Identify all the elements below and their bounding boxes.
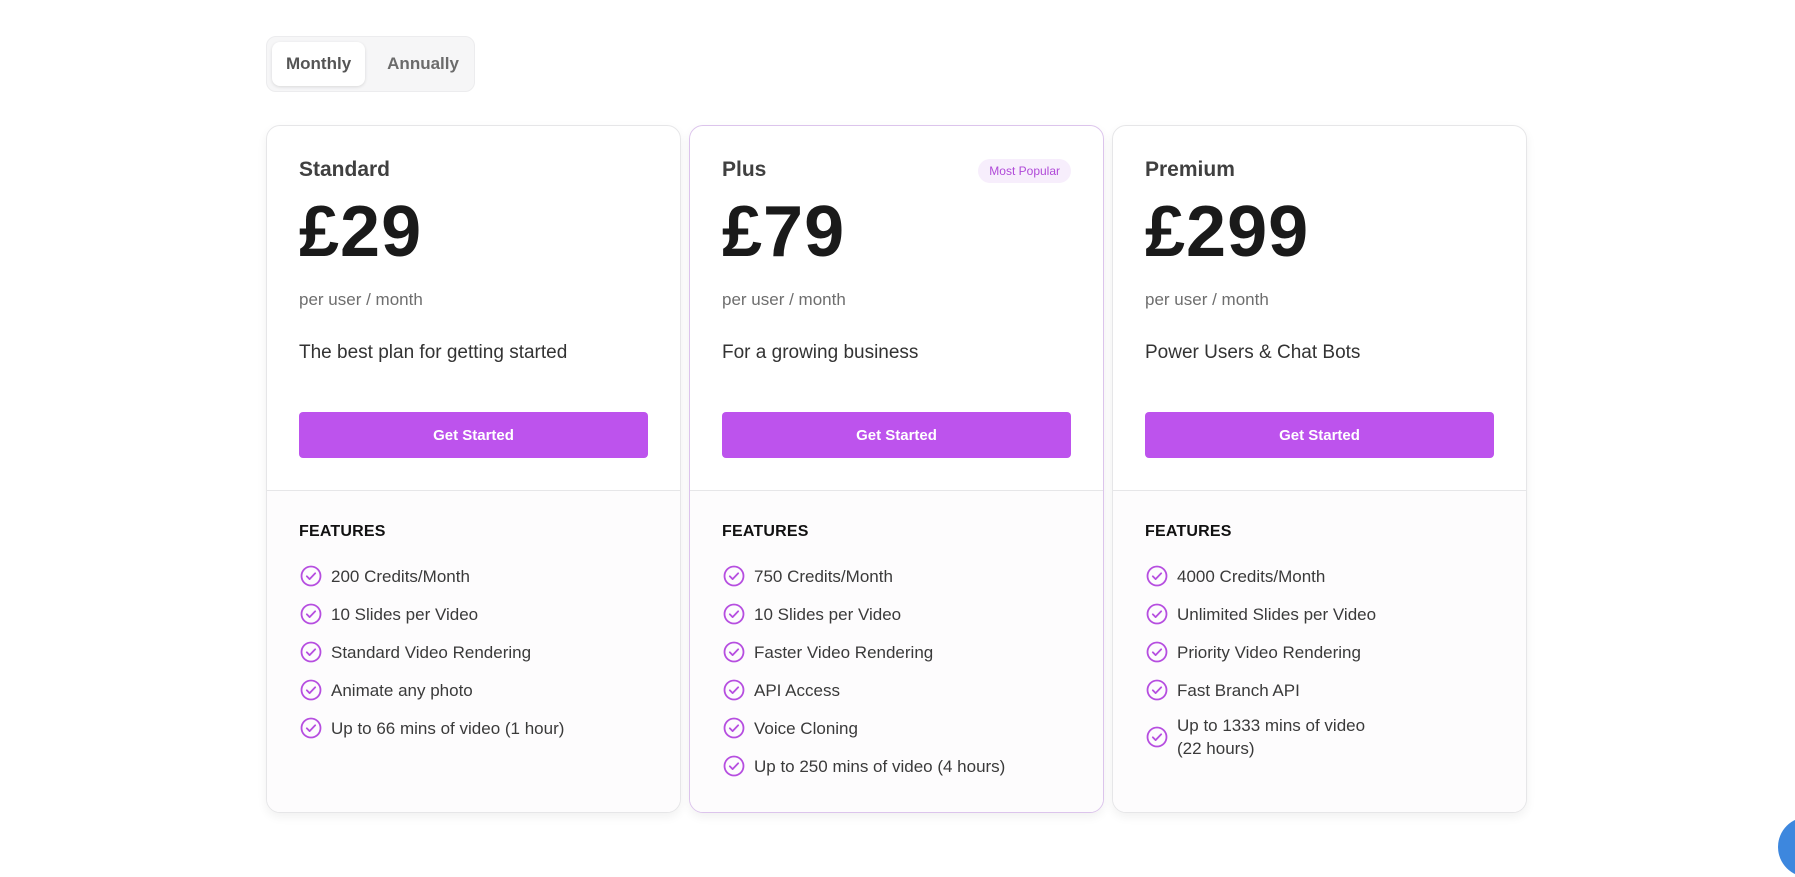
- get-started-button[interactable]: Get Started: [722, 412, 1071, 458]
- plan-header: Standard £29 per user / month The best p…: [267, 126, 680, 491]
- plan-name: Standard: [299, 158, 391, 181]
- plan-header: Premium £299 per user / month Power User…: [1113, 126, 1526, 491]
- plan-features: FEATURES 4000 Credits/Month Unlimited Sl…: [1113, 491, 1526, 812]
- plan-features: FEATURES 200 Credits/Month 10 Slides per…: [267, 491, 680, 812]
- feature-label: Unlimited Slides per Video: [1177, 604, 1377, 624]
- check-circle-icon: [722, 564, 746, 588]
- plan-card-premium: Premium £299 per user / month Power User…: [1112, 125, 1527, 813]
- feature-item: API Access: [722, 671, 1071, 709]
- chat-bubble-icon[interactable]: [1778, 817, 1795, 877]
- feature-item: Up to 1333 mins of video (22 hours): [1145, 709, 1494, 765]
- feature-item: 4000 Credits/Month: [1145, 557, 1494, 595]
- check-circle-icon: [722, 678, 746, 702]
- check-circle-icon: [722, 754, 746, 778]
- plan-name: Premium: [1145, 158, 1235, 181]
- check-circle-icon: [722, 640, 746, 664]
- features-title: FEATURES: [1145, 523, 1232, 540]
- plan-card-plus: Plus Most Popular £79 per user / month F…: [689, 125, 1104, 813]
- plan-price: £29: [299, 192, 423, 272]
- feature-label: Up to 1333 mins of video (22 hours): [1177, 716, 1366, 758]
- feature-list: 750 Credits/Month 10 Slides per Video Fa…: [722, 557, 1071, 785]
- check-circle-icon: [1145, 725, 1169, 749]
- feature-item: Unlimited Slides per Video: [1145, 595, 1494, 633]
- feature-item: Faster Video Rendering: [722, 633, 1071, 671]
- feature-item: 10 Slides per Video: [299, 595, 648, 633]
- feature-label: Faster Video Rendering: [754, 642, 934, 662]
- feature-label: Standard Video Rendering: [331, 642, 532, 662]
- check-circle-icon: [1145, 602, 1169, 626]
- toggle-annually[interactable]: Annually: [373, 42, 473, 86]
- check-circle-icon: [299, 640, 323, 664]
- feature-label: 10 Slides per Video: [331, 604, 479, 624]
- feature-label: 10 Slides per Video: [754, 604, 902, 624]
- plan-card-standard: Standard £29 per user / month The best p…: [266, 125, 681, 813]
- plan-price: £79: [722, 192, 846, 272]
- feature-list: 4000 Credits/Month Unlimited Slides per …: [1145, 557, 1494, 765]
- feature-item: Standard Video Rendering: [299, 633, 648, 671]
- check-circle-icon: [1145, 564, 1169, 588]
- toggle-monthly[interactable]: Monthly: [272, 42, 366, 86]
- feature-label: Animate any photo: [331, 680, 473, 700]
- feature-item: Voice Cloning: [722, 709, 1071, 747]
- check-circle-icon: [299, 602, 323, 626]
- feature-item: Up to 250 mins of video (4 hours): [722, 747, 1071, 785]
- plan-period: per user / month: [1145, 290, 1269, 309]
- check-circle-icon: [299, 678, 323, 702]
- feature-list: 200 Credits/Month 10 Slides per Video St…: [299, 557, 648, 747]
- check-circle-icon: [299, 716, 323, 740]
- plan-period: per user / month: [722, 290, 846, 309]
- feature-label: 200 Credits/Month: [331, 566, 470, 586]
- feature-label: Up to 250 mins of video (4 hours): [754, 756, 1006, 776]
- check-circle-icon: [1145, 640, 1169, 664]
- features-title: FEATURES: [722, 523, 809, 540]
- feature-label: Fast Branch API: [1177, 680, 1300, 700]
- feature-label: 750 Credits/Month: [754, 566, 893, 586]
- feature-label: API Access: [754, 680, 840, 700]
- feature-label: 4000 Credits/Month: [1177, 566, 1326, 586]
- check-circle-icon: [722, 602, 746, 626]
- feature-item: Animate any photo: [299, 671, 648, 709]
- get-started-button[interactable]: Get Started: [1145, 412, 1494, 458]
- plan-price: £299: [1145, 192, 1310, 272]
- feature-item: 10 Slides per Video: [722, 595, 1071, 633]
- check-circle-icon: [299, 564, 323, 588]
- plan-description: The best plan for getting started: [299, 342, 568, 363]
- feature-label: Up to 66 mins of video (1 hour): [331, 718, 565, 738]
- feature-label: Voice Cloning: [754, 718, 858, 738]
- check-circle-icon: [722, 716, 746, 740]
- feature-item: Up to 66 mins of video (1 hour): [299, 709, 648, 747]
- pricing-cards: Standard £29 per user / month The best p…: [266, 125, 1527, 813]
- plan-header: Plus Most Popular £79 per user / month F…: [690, 126, 1103, 491]
- plan-features: FEATURES 750 Credits/Month 10 Slides per…: [690, 491, 1103, 812]
- most-popular-badge: Most Popular: [978, 159, 1071, 183]
- plan-description: For a growing business: [722, 342, 919, 363]
- plan-period: per user / month: [299, 290, 423, 309]
- feature-item: 750 Credits/Month: [722, 557, 1071, 595]
- features-title: FEATURES: [299, 523, 386, 540]
- billing-toggle: Monthly Annually: [266, 36, 475, 92]
- get-started-button[interactable]: Get Started: [299, 412, 648, 458]
- feature-label: Priority Video Rendering: [1177, 642, 1361, 662]
- check-circle-icon: [1145, 678, 1169, 702]
- feature-item: Fast Branch API: [1145, 671, 1494, 709]
- feature-item: 200 Credits/Month: [299, 557, 648, 595]
- feature-item: Priority Video Rendering: [1145, 633, 1494, 671]
- plan-description: Power Users & Chat Bots: [1145, 342, 1361, 363]
